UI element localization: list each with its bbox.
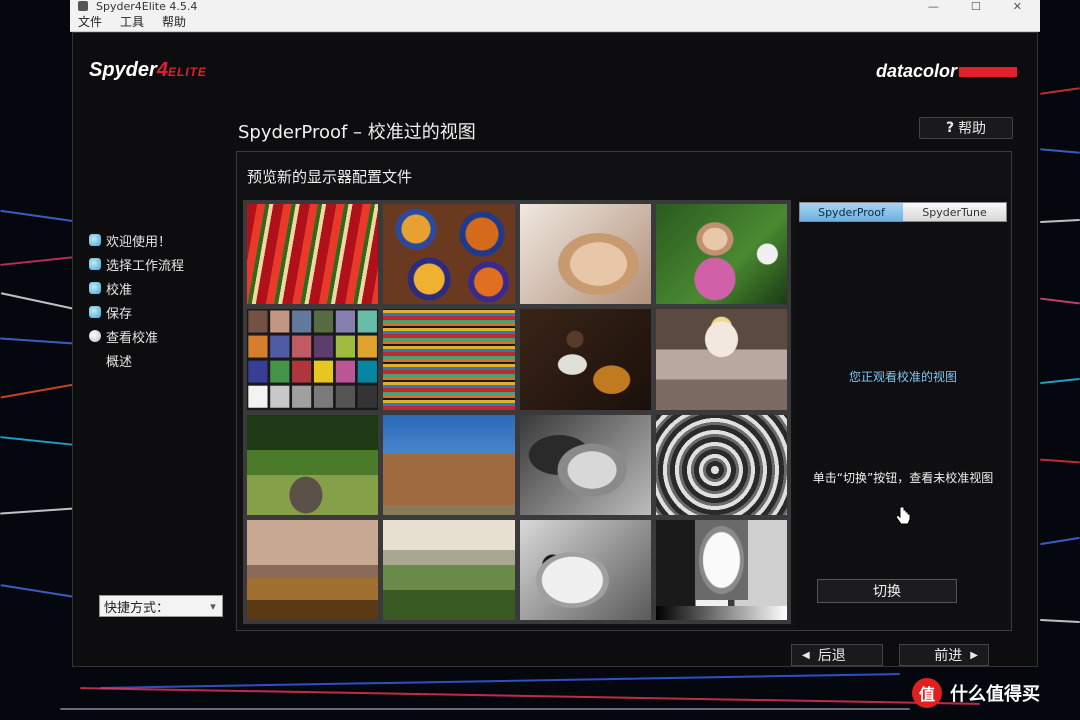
toggle-hint-text: 单击“切换”按钮，查看未校准视图 — [812, 471, 994, 485]
nav-item-review[interactable]: 查看校准 — [89, 324, 229, 348]
proof-tabs: SpyderProof SpyderTune — [799, 202, 1007, 222]
chevron-down-icon: ▾ — [210, 599, 216, 613]
next-button[interactable]: 前进 ▶ — [899, 644, 989, 666]
nav-item-workflow[interactable]: 选择工作流程 — [89, 252, 229, 276]
step-complete-icon — [89, 258, 101, 270]
nav-item-save[interactable]: 保存 — [89, 300, 229, 324]
nav-item-welcome[interactable]: 欢迎使用！ — [89, 228, 229, 252]
thumb-tuscan-hills — [383, 519, 515, 620]
thumb-girl-with-flowers — [655, 204, 787, 305]
thumb-bw-gray-target — [655, 519, 787, 620]
image-grid — [243, 200, 791, 624]
thumb-spiral-staircase — [655, 414, 787, 515]
step-current-icon — [89, 330, 101, 342]
help-button[interactable]: ? 帮助 — [919, 117, 1013, 139]
window-title: Spyder4Elite 4.5.4 — [96, 0, 198, 13]
thumb-color-checker — [247, 309, 379, 410]
thumb-painted-plates — [383, 204, 515, 305]
workflow-nav: 欢迎使用！ 选择工作流程 校准 保存 查看校准 概述 — [89, 228, 229, 372]
page-title: SpyderProof – 校准过的视图 — [238, 122, 476, 143]
thumb-adobe-church — [383, 414, 515, 515]
thumb-bass-player — [519, 309, 651, 410]
close-icon[interactable]: ✕ — [1013, 0, 1022, 13]
minimize-icon[interactable]: — — [928, 0, 939, 13]
thumb-marilyn-scene — [655, 309, 787, 410]
os-title-bar: Spyder4Elite 4.5.4 — ☐ ✕ — [70, 0, 1040, 13]
thumb-garden-urn — [247, 414, 379, 515]
menu-bar: 文件 工具 帮助 — [70, 12, 1040, 32]
hand-cursor-icon — [895, 506, 911, 525]
preview-panel: 预览新的显示器配置文件 SpyderProof SpyderTune 您正观看校… — [236, 151, 1012, 631]
datacolor-logo: datacolor — [876, 61, 1017, 82]
menu-tools[interactable]: 工具 — [120, 13, 144, 30]
maximize-icon[interactable]: ☐ — [971, 0, 981, 13]
color-checker-chart — [247, 309, 379, 410]
nav-item-summary[interactable]: 概述 — [89, 348, 229, 372]
step-complete-icon — [89, 306, 101, 318]
toggle-button[interactable]: 切换 — [817, 579, 957, 603]
thumb-woman-face — [519, 204, 651, 305]
site-watermark: 值 什么值得买 — [912, 678, 1040, 708]
menu-help[interactable]: 帮助 — [162, 13, 186, 30]
arrow-left-icon: ◀ — [802, 649, 810, 661]
menu-file[interactable]: 文件 — [78, 13, 102, 30]
panel-title: 预览新的显示器配置文件 — [247, 168, 413, 186]
spyder-logo: Spyder4ELITE — [89, 59, 207, 81]
tab-spyderproof[interactable]: SpyderProof — [800, 203, 903, 221]
view-status-text: 您正观看校准的视图 — [848, 370, 957, 384]
back-button[interactable]: ◀ 后退 — [791, 644, 883, 666]
site-logo-icon: 值 — [912, 678, 942, 708]
thumb-textiles — [383, 309, 515, 410]
thumb-sunset-field — [247, 519, 379, 620]
arrow-right-icon: ▶ — [970, 649, 978, 661]
nav-item-calibrate[interactable]: 校准 — [89, 276, 229, 300]
step-complete-icon — [89, 282, 101, 294]
app-window: Spyder4ELITE datacolor SpyderProof – 校准过… — [72, 32, 1038, 667]
app-icon — [78, 1, 88, 11]
step-complete-icon — [89, 234, 101, 246]
thumb-bw-scooter — [519, 519, 651, 620]
tab-spydertune[interactable]: SpyderTune — [903, 203, 1006, 221]
thumb-peppers — [247, 204, 379, 305]
shortcut-select[interactable]: 快捷方式： ▾ — [99, 595, 223, 617]
thumb-bw-portrait — [519, 414, 651, 515]
question-icon: ? — [945, 120, 955, 136]
proof-side-panel: SpyderProof SpyderTune 您正观看校准的视图 单击“切换”按… — [797, 198, 1009, 628]
